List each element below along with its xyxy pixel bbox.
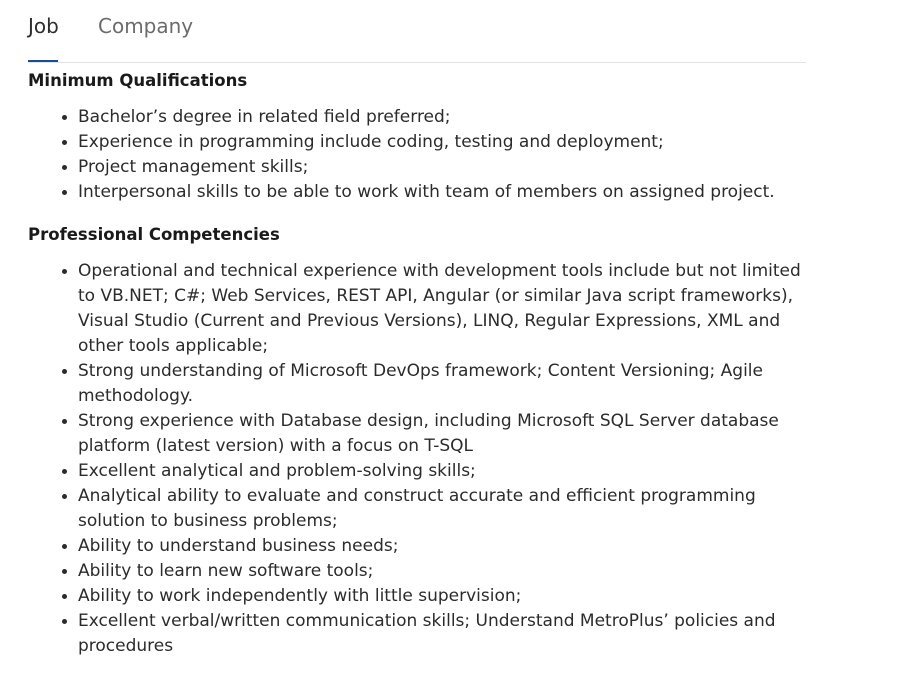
list-item: Bachelor’s degree in related field prefe… — [78, 105, 808, 130]
list-item: Operational and technical experience wit… — [78, 259, 808, 359]
list-item: Strong experience with Database design, … — [78, 409, 808, 459]
minimum-qualifications-heading: Minimum Qualifications — [28, 71, 248, 90]
list-item: Excellent verbal/written communication s… — [78, 609, 808, 659]
tab-company[interactable]: Company — [98, 13, 193, 39]
tab-bar: Job Company — [28, 0, 806, 63]
list-item: Project management skills; — [78, 155, 808, 180]
list-item: Strong understanding of Microsoft DevOps… — [78, 359, 808, 409]
professional-competencies-heading: Professional Competencies — [28, 225, 280, 244]
list-item: Experience in programming include coding… — [78, 130, 808, 155]
list-item: Excellent analytical and problem-solving… — [78, 459, 808, 484]
list-item: Ability to learn new software tools; — [78, 559, 808, 584]
minimum-qualifications-list: Bachelor’s degree in related field prefe… — [28, 105, 808, 205]
list-item: Interpersonal skills to be able to work … — [78, 180, 808, 205]
list-item: Ability to work independently with littl… — [78, 584, 808, 609]
job-description: Minimum Qualifications Bachelor’s degree… — [28, 68, 808, 676]
professional-competencies-list: Operational and technical experience wit… — [28, 259, 808, 659]
list-item: Ability to understand business needs; — [78, 534, 808, 559]
list-item: Analytical ability to evaluate and const… — [78, 484, 808, 534]
active-tab-indicator — [28, 60, 58, 62]
tab-job[interactable]: Job — [28, 13, 59, 39]
